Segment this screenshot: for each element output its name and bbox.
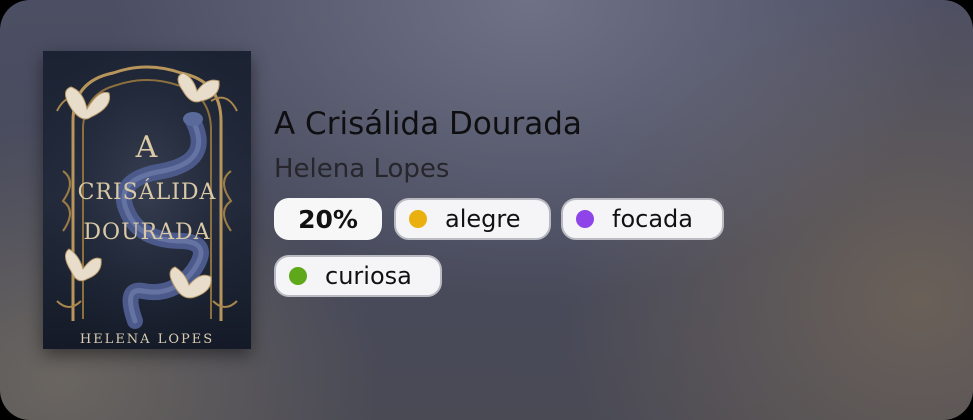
mood-label: curiosa xyxy=(325,262,412,290)
book-title: A Crisálida Dourada xyxy=(274,106,582,142)
mood-chip-curiosa[interactable]: curiosa xyxy=(274,255,442,297)
cover-title-line1: A xyxy=(135,130,159,165)
book-author: Helena Lopes xyxy=(274,154,450,184)
cover-title-line2: CRISÁLIDA xyxy=(78,178,217,205)
mood-label: focada xyxy=(612,205,693,233)
mood-label: alegre xyxy=(445,205,521,233)
book-info: A Crisálida Dourada Helena Lopes xyxy=(274,104,582,185)
progress-badge: 20% xyxy=(274,198,382,240)
cover-author: HELENA LOPES xyxy=(80,332,214,347)
mood-color-dot xyxy=(576,210,594,228)
mood-color-dot xyxy=(409,210,427,228)
book-cover-art: A CRISÁLIDA DOURADA HELENA LOPES xyxy=(43,51,251,349)
cover-title-line3: DOURADA xyxy=(83,220,210,245)
book-cover[interactable]: A CRISÁLIDA DOURADA HELENA LOPES xyxy=(43,51,251,349)
mood-color-dot xyxy=(289,267,307,285)
mood-chip-alegre[interactable]: alegre xyxy=(394,198,551,240)
book-card: A CRISÁLIDA DOURADA HELENA LOPES A Crisá… xyxy=(0,0,973,420)
mood-chip-focada[interactable]: focada xyxy=(561,198,724,240)
